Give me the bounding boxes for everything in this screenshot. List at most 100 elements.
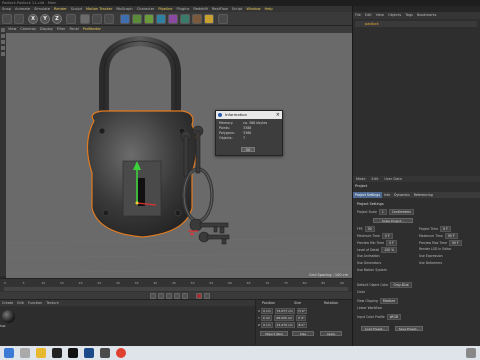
- project-field[interactable]: Use Animation: [357, 254, 380, 258]
- project-field[interactable]: Preview Min Time 0 F: [357, 240, 397, 246]
- object-menu-item[interactable]: Bookmarks: [417, 13, 437, 17]
- material-menu-item[interactable]: Texture: [46, 301, 58, 305]
- project-field[interactable]: Use Expression: [419, 254, 443, 258]
- field-value[interactable]: 90 F: [448, 240, 462, 246]
- go-to-start-icon[interactable]: [150, 293, 156, 299]
- render-settings-icon[interactable]: [104, 14, 114, 24]
- rotation-field[interactable]: H 0°: [296, 308, 308, 314]
- project-tab[interactable]: Project Settings: [353, 192, 382, 198]
- project-field[interactable]: Maximum Time 90 F: [419, 233, 458, 239]
- project-field[interactable]: Project Time 0 F: [419, 226, 451, 232]
- field-unit[interactable]: Centimeters: [388, 209, 414, 215]
- position-field[interactable]: 0 cm: [260, 315, 273, 321]
- obs-icon[interactable]: [100, 348, 110, 358]
- light-icon[interactable]: [204, 14, 214, 24]
- timeline-track[interactable]: [4, 287, 348, 291]
- cinema4d-icon[interactable]: [84, 348, 94, 358]
- material-menu-item[interactable]: Function: [28, 301, 42, 305]
- point-mode-icon[interactable]: [1, 40, 5, 44]
- rotation-field[interactable]: P 0°: [296, 315, 307, 321]
- save-preset-button[interactable]: Save Preset...: [395, 326, 423, 331]
- edge-mode-icon[interactable]: [1, 46, 5, 50]
- ok-button[interactable]: OK: [241, 147, 255, 152]
- menu-item[interactable]: RealFlow: [212, 7, 228, 11]
- menu-item[interactable]: Character: [137, 7, 155, 11]
- project-field[interactable]: Level of Detail 100 %: [357, 247, 398, 253]
- field-value[interactable]: 0 F: [440, 226, 451, 232]
- menu-item[interactable]: Sculpt: [71, 7, 82, 11]
- object-menu-item[interactable]: Tags: [405, 13, 413, 17]
- next-frame-icon[interactable]: [174, 293, 180, 299]
- menu-item[interactable]: Help: [265, 7, 273, 11]
- model-mode-icon[interactable]: [1, 28, 5, 32]
- load-preset-button[interactable]: Load Preset...: [361, 326, 389, 331]
- menu-item[interactable]: Snap: [2, 7, 11, 11]
- field-value[interactable]: 30: [364, 226, 375, 232]
- timeline[interactable]: 0 5 10 15 20 25 30 35 40 45 50 55 60 65 70 75 80 85 90: [0, 278, 352, 292]
- redo-icon[interactable]: [14, 14, 24, 24]
- object-menu-item[interactable]: File: [355, 13, 361, 17]
- field-value[interactable]: Gray-Blue: [390, 282, 412, 288]
- x-app-icon[interactable]: [68, 348, 78, 358]
- render-picture-icon[interactable]: [92, 14, 102, 24]
- file-explorer-icon[interactable]: [36, 348, 46, 358]
- project-field[interactable]: Preview Max Time 90 F: [419, 240, 462, 246]
- project-field[interactable]: Minimum Time 0 F: [357, 233, 393, 239]
- previous-frame-icon[interactable]: [158, 293, 164, 299]
- coordinate-mode-select[interactable]: Object (Rel): [260, 331, 288, 336]
- play-icon[interactable]: [166, 293, 172, 299]
- sculpt-icon[interactable]: [218, 14, 228, 24]
- viewport-menu-item[interactable]: Panel: [69, 27, 78, 31]
- spline-pen-icon[interactable]: [132, 14, 142, 24]
- search-icon[interactable]: [20, 348, 30, 358]
- z-axis-lock-button[interactable]: Z: [52, 14, 62, 24]
- object-row-padlock[interactable]: padlock: [355, 21, 477, 27]
- y-axis-lock-button[interactable]: Y: [40, 14, 50, 24]
- menu-item[interactable]: MoGraph: [116, 7, 132, 11]
- project-field[interactable]: Render LOD in Editor: [419, 247, 451, 251]
- project-tab[interactable]: Dynamics: [392, 192, 412, 198]
- project-field[interactable]: FPS 30: [357, 226, 375, 232]
- coordinate-system-icon[interactable]: [66, 14, 76, 24]
- field-value[interactable]: 100 %: [381, 247, 398, 253]
- position-field[interactable]: 0 cm: [261, 322, 273, 328]
- viewport-menu-item[interactable]: Filter: [57, 27, 66, 31]
- field-value[interactable]: 0 F: [386, 240, 397, 246]
- render-view-icon[interactable]: [80, 14, 90, 24]
- rotation-field[interactable]: B 0°: [296, 322, 307, 328]
- menu-item[interactable]: Plugins: [176, 7, 189, 11]
- viewport-menu-item[interactable]: ProRender: [83, 27, 101, 31]
- size-field[interactable]: 73.077 cm: [274, 308, 295, 314]
- attribute-menu-item[interactable]: Mode: [356, 177, 366, 181]
- field-value[interactable]: 0 F: [381, 233, 393, 239]
- texture-mode-icon[interactable]: [1, 34, 5, 38]
- project-tab[interactable]: Referencing: [412, 192, 435, 198]
- viewport-menu-item[interactable]: Cameras: [20, 27, 36, 31]
- close-icon[interactable]: ×: [276, 111, 280, 119]
- size-field[interactable]: 23.279 cm: [274, 322, 295, 328]
- apply-button[interactable]: Apply: [320, 331, 342, 336]
- app-icon[interactable]: [52, 348, 62, 358]
- material-menu-item[interactable]: Edit: [17, 301, 24, 305]
- menu-item[interactable]: Render: [54, 7, 67, 11]
- undo-icon[interactable]: [2, 14, 12, 24]
- project-field[interactable]: View Clipping Medium: [357, 298, 399, 304]
- attribute-menu-item[interactable]: Edit: [372, 177, 379, 181]
- autokey-icon[interactable]: [204, 293, 210, 299]
- project-field[interactable]: Use Generators: [357, 261, 381, 265]
- menu-item[interactable]: Pipeline: [158, 7, 172, 11]
- object-menu-item[interactable]: View: [376, 13, 384, 17]
- menu-item[interactable]: Animate: [15, 7, 30, 11]
- field-value[interactable]: 1: [378, 209, 387, 215]
- start-icon[interactable]: [4, 348, 14, 358]
- project-field[interactable]: Input Color Profile sRGB: [357, 314, 401, 320]
- project-field[interactable]: Default Object Color Gray-Blue: [357, 282, 412, 288]
- material-swatch[interactable]: [2, 310, 15, 323]
- menu-item[interactable]: Motion Tracker: [86, 7, 112, 11]
- object-menu-item[interactable]: Objects: [388, 13, 401, 17]
- project-field[interactable]: Linear Workflow: [357, 306, 382, 310]
- size-mode-select[interactable]: Size: [292, 331, 314, 336]
- deformer-icon[interactable]: [168, 14, 178, 24]
- timeline-ruler[interactable]: 0 5 10 15 20 25 30 35 40 45 50 55 60 65 70 75 80 85 90: [4, 281, 348, 286]
- position-field[interactable]: 0 cm: [261, 308, 273, 314]
